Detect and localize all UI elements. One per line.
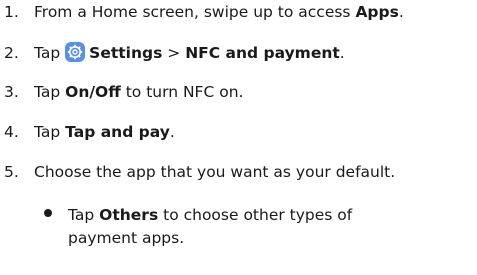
bullet-text-end: to choose other types of	[158, 206, 353, 224]
sub-bullet: Tap Others to choose other types of	[44, 205, 352, 225]
step-text: Tap	[34, 123, 66, 141]
step-2: 2. Tap Settings > NFC and payment.	[0, 42, 345, 63]
step-text: Choose the app that you want as your def…	[34, 163, 396, 181]
step-text: From a Home screen, swipe up to access	[34, 3, 356, 21]
step-separator: >	[162, 44, 186, 62]
step-1: 1. From a Home screen, swipe up to access…	[0, 2, 404, 22]
step-number: 3.	[4, 83, 19, 101]
step-3: 3. Tap On/Off to turn NFC on.	[0, 82, 243, 102]
bullet-bold: Others	[99, 206, 159, 224]
step-punct: .	[169, 123, 175, 141]
bullet-dot	[44, 209, 52, 217]
step-number: 5.	[4, 163, 19, 181]
step-bold: Settings	[89, 44, 163, 62]
bullet-continuation: payment apps.	[68, 229, 185, 247]
step-bold: NFC and payment	[185, 44, 340, 62]
step-number: 2.	[4, 44, 19, 62]
step-5: 5. Choose the app that you want as your d…	[0, 162, 395, 182]
step-bold: Tap and pay	[65, 123, 170, 141]
step-text: Tap	[34, 44, 66, 62]
step-number: 4.	[4, 123, 19, 141]
step-punct: .	[398, 3, 404, 21]
step-number: 1.	[4, 3, 19, 21]
step-bold: On/Off	[65, 83, 121, 101]
step-text-end: to turn NFC on.	[120, 83, 244, 101]
bullet-text: Tap	[68, 206, 100, 224]
step-punct: .	[339, 44, 345, 62]
step-text: Tap	[34, 83, 66, 101]
step-4: 4. Tap Tap and pay.	[0, 122, 175, 142]
settings-gear-icon	[65, 42, 86, 62]
step-bold: Apps	[355, 3, 399, 21]
